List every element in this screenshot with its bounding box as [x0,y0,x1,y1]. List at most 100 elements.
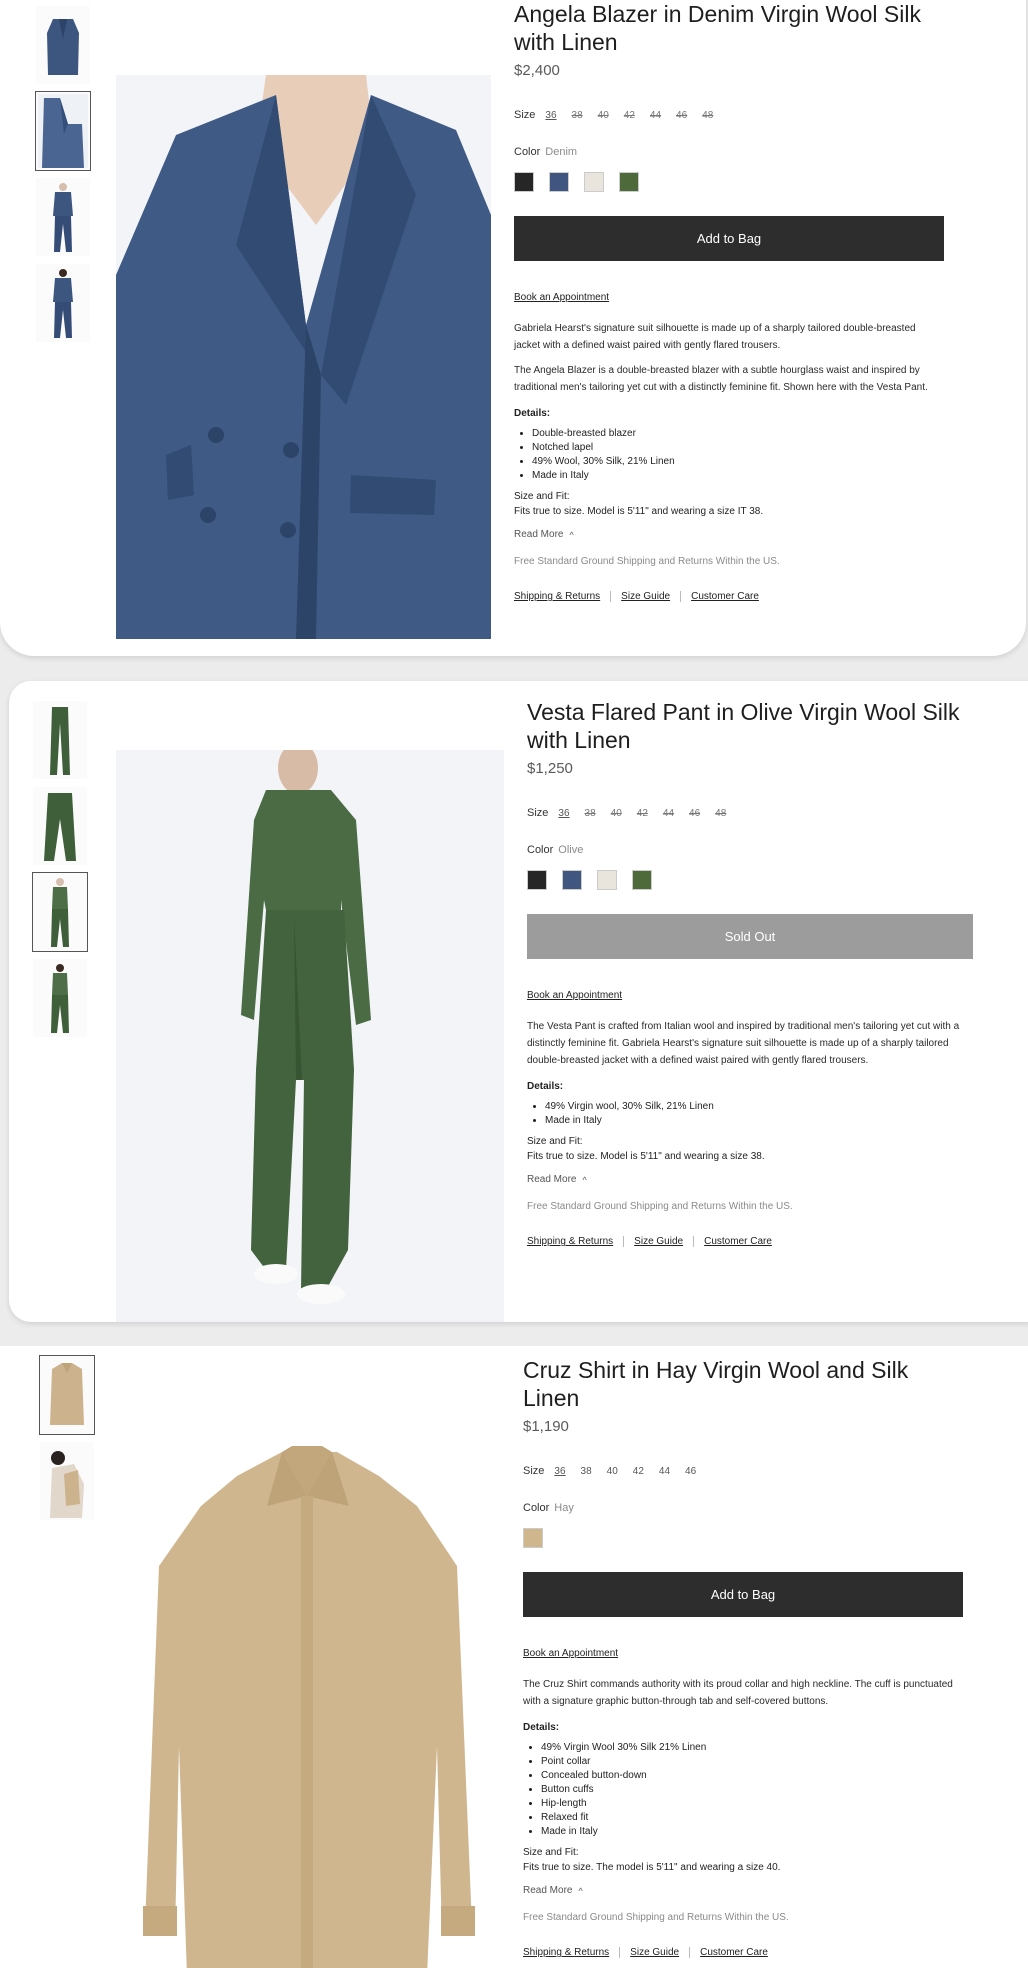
details-heading: Details: [514,408,551,419]
size-option-42[interactable]: 42 [637,808,648,819]
size-option-44[interactable]: 44 [650,110,661,121]
footer-links: Shipping & Returns Size Guide Customer Car… [523,1947,963,1958]
size-fit-text: Fits true to size. Model is 5'11" and we… [514,506,764,517]
shipping-note: Free Standard Ground Shipping and Return… [523,1912,789,1923]
color-label: Color [514,146,541,158]
size-option-38[interactable]: 38 [581,1466,592,1477]
size-fit-text: Fits true to size. The model is 5'11" an… [523,1862,781,1873]
details-heading: Details: [527,1081,564,1092]
add-to-bag-button[interactable]: Add to Bag [523,1572,963,1617]
details-item: Hip-length [541,1797,963,1811]
size-guide-link[interactable]: Size Guide [634,1236,683,1247]
thumbnail-2[interactable] [35,91,91,171]
color-swatch-3[interactable] [584,172,604,192]
size-option-42[interactable]: 42 [633,1466,644,1477]
chevron-up-icon: ^ [569,529,574,540]
book-appointment-link[interactable]: Book an Appointment [514,292,944,303]
color-swatches [527,870,973,890]
product-title: Cruz Shirt in Hay Virgin Wool and Silk L… [523,1357,909,1411]
size-option-44[interactable]: 44 [659,1466,670,1477]
product-price: $1,190 [523,1418,569,1435]
color-label: Color [527,844,554,856]
size-option-46[interactable]: 46 [689,808,700,819]
size-option-36[interactable]: 36 [558,808,569,819]
customer-care-link[interactable]: Customer Care [700,1947,768,1958]
size-guide-link[interactable]: Size Guide [630,1947,679,1958]
product-info: Cruz Shirt in Hay Virgin Wool and Silk L… [523,1356,963,1958]
size-fit-text: Fits true to size. Model is 5'11" and we… [527,1151,765,1162]
product-description: The Cruz Shirt commands authority with i… [523,1679,953,1707]
color-swatches [523,1528,963,1548]
link-divider [689,1947,691,1958]
details-item: Concealed button-down [541,1769,963,1783]
color-swatch-1[interactable] [514,172,534,192]
read-more-label: Read More [527,1174,577,1185]
details-item: Made in Italy [545,1114,973,1128]
product-info: Vesta Flared Pant in Olive Virgin Wool S… [527,698,973,1247]
read-more-label: Read More [523,1885,573,1896]
details-item: Double-breasted blazer [532,427,944,441]
thumbnail-4[interactable] [33,959,87,1037]
color-swatch-2[interactable] [549,172,569,192]
book-appointment-link[interactable]: Book an Appointment [527,990,973,1001]
size-option-42[interactable]: 42 [624,110,635,121]
thumbnail-4[interactable] [36,264,90,342]
size-option-46[interactable]: 46 [676,110,687,121]
product-card-vesta-pant: Vesta Flared Pant in Olive Virgin Wool S… [9,681,1028,1322]
thumbnail-1[interactable] [39,1355,95,1435]
color-label: Color [523,1502,550,1514]
product-hero-image [116,75,491,639]
details-list: 49% Virgin wool, 30% Silk, 21% LinenMade… [527,1100,973,1128]
details-item: 49% Virgin wool, 30% Silk, 21% Linen [545,1100,973,1114]
read-more-toggle[interactable]: Read More ^ [523,1885,963,1896]
color-swatch-4[interactable] [619,172,639,192]
size-option-36[interactable]: 36 [545,110,556,121]
thumbnail-1[interactable] [36,6,90,84]
color-swatch-1[interactable] [527,870,547,890]
color-swatch-1[interactable] [523,1528,543,1548]
shipping-returns-link[interactable]: Shipping & Returns [527,1236,613,1247]
thumbnail-3[interactable] [36,178,90,256]
size-option-38[interactable]: 38 [585,808,596,819]
product-description: The Vesta Pant is crafted from Italian w… [527,1021,960,1066]
color-swatch-2[interactable] [562,870,582,890]
size-option-44[interactable]: 44 [663,808,674,819]
size-option-38[interactable]: 38 [572,110,583,121]
customer-care-link[interactable]: Customer Care [704,1236,772,1247]
details-item: Relaxed fit [541,1811,963,1825]
size-selector: Size 36 38 40 42 44 46 48 [514,109,944,121]
size-option-36[interactable]: 36 [554,1466,565,1477]
color-swatch-3[interactable] [597,870,617,890]
color-swatches [514,172,944,192]
read-more-toggle[interactable]: Read More ^ [527,1174,973,1185]
product-description: The Angela Blazer is a double-breasted b… [514,365,928,393]
color-selector: Color Olive [527,844,973,856]
details-item: Made in Italy [532,469,944,483]
footer-links: Shipping & Returns Size Guide Customer Car… [514,591,944,602]
color-swatch-4[interactable] [632,870,652,890]
book-appointment-link[interactable]: Book an Appointment [523,1648,963,1659]
shipping-returns-link[interactable]: Shipping & Returns [523,1947,609,1958]
thumbnail-2[interactable] [33,787,87,865]
thumbnail-1[interactable] [33,701,87,779]
shipping-returns-link[interactable]: Shipping & Returns [514,591,600,602]
size-option-40[interactable]: 40 [607,1466,618,1477]
thumbnail-3[interactable] [32,872,88,952]
size-option-46[interactable]: 46 [685,1466,696,1477]
customer-care-link[interactable]: Customer Care [691,591,759,602]
size-option-48[interactable]: 48 [715,808,726,819]
sold-out-button[interactable]: Sold Out [527,914,973,959]
product-title: Angela Blazer in Denim Virgin Wool Silk … [514,1,921,55]
add-to-bag-button[interactable]: Add to Bag [514,216,944,261]
product-description: Gabriela Hearst's signature suit silhoue… [514,323,916,351]
chevron-up-icon: ^ [578,1885,583,1896]
read-more-toggle[interactable]: Read More ^ [514,529,944,540]
size-guide-link[interactable]: Size Guide [621,591,670,602]
size-option-48[interactable]: 48 [702,110,713,121]
thumbnail-gallery [39,1355,95,1528]
size-label: Size [527,807,549,819]
product-card-cruz-shirt: Cruz Shirt in Hay Virgin Wool and Silk L… [0,1346,1028,1968]
thumbnail-2[interactable] [40,1442,94,1520]
size-option-40[interactable]: 40 [611,808,622,819]
size-option-40[interactable]: 40 [598,110,609,121]
